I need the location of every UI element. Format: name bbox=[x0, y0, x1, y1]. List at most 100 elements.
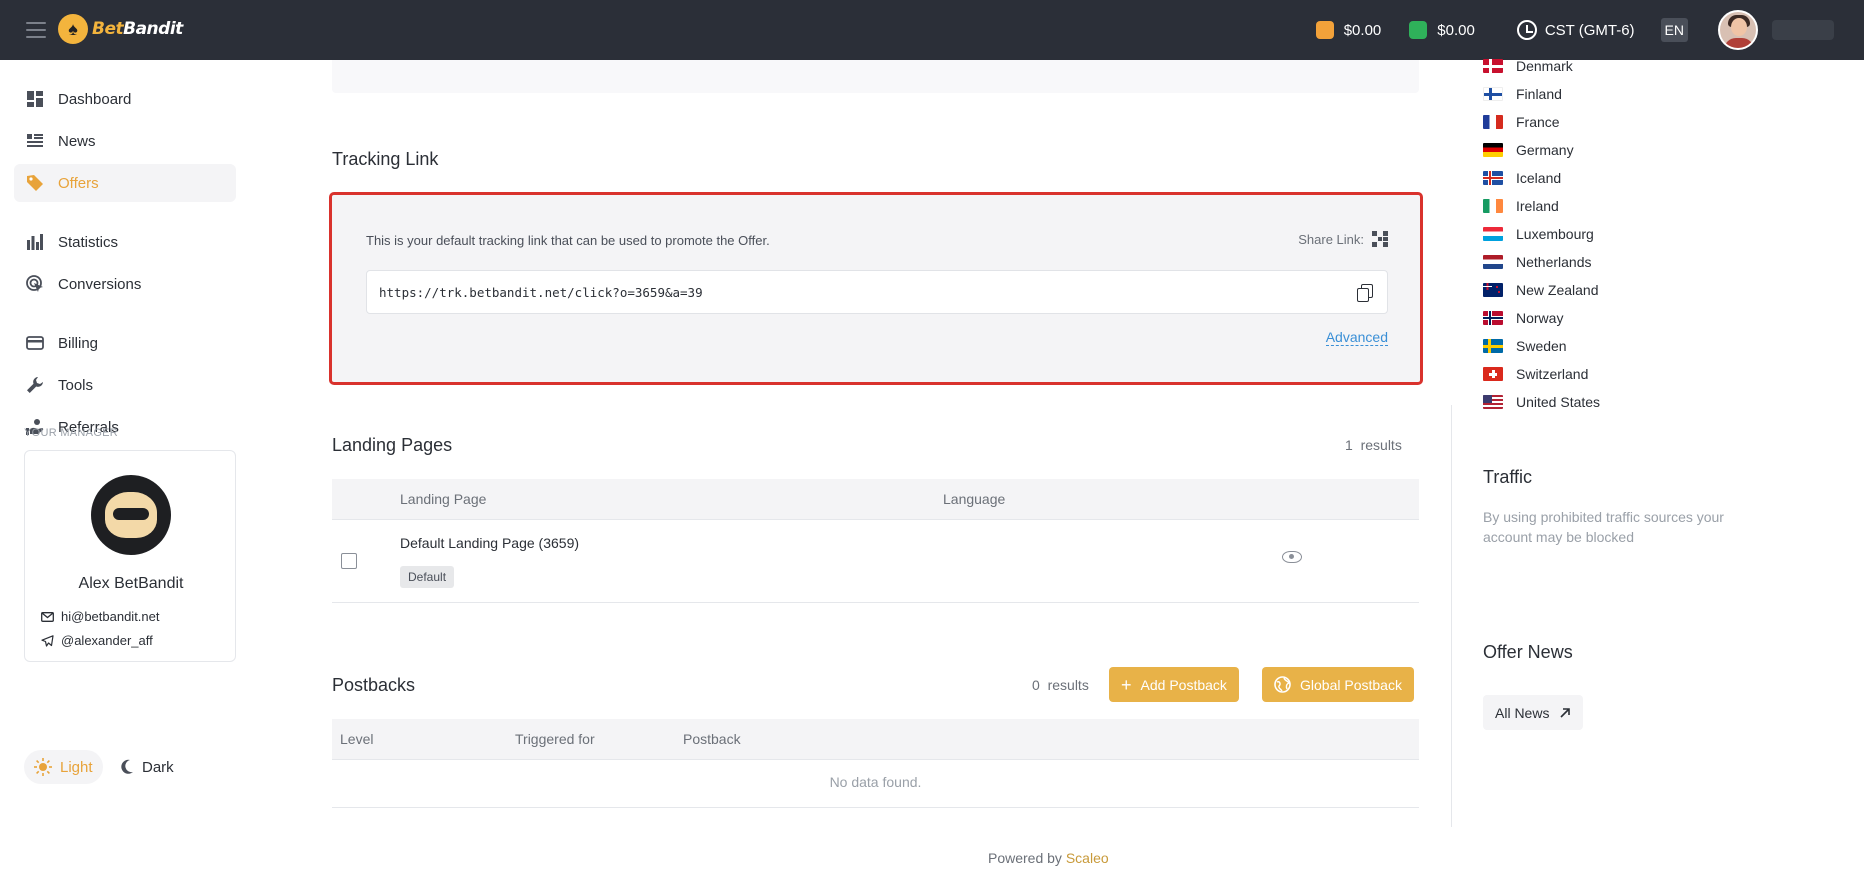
tracking-link-description: This is your default tracking link that … bbox=[366, 233, 770, 248]
country-item: Luxembourg bbox=[1483, 224, 1594, 244]
landing-pages-results: 1 results bbox=[1345, 437, 1402, 453]
copy-icon[interactable] bbox=[1357, 284, 1373, 302]
flag-luxembourg-icon bbox=[1483, 227, 1503, 241]
divider bbox=[332, 519, 1419, 520]
theme-light-button[interactable]: Light bbox=[24, 750, 103, 784]
previous-section-panel bbox=[332, 60, 1419, 93]
news-icon bbox=[26, 132, 44, 150]
mail-icon bbox=[41, 611, 54, 622]
flag-united-states-icon bbox=[1483, 395, 1503, 409]
country-item: Sweden bbox=[1483, 336, 1567, 356]
tracking-link-input[interactable]: https://trk.betbandit.net/click?o=3659&a… bbox=[366, 270, 1388, 314]
manager-email[interactable]: hi@betbandit.net bbox=[41, 609, 160, 624]
sun-icon bbox=[34, 758, 52, 776]
theme-dark-button[interactable]: Dark bbox=[110, 750, 184, 784]
global-postback-button[interactable]: Global Postback bbox=[1262, 667, 1414, 702]
moon-icon bbox=[121, 759, 133, 774]
telegram-icon bbox=[41, 634, 54, 647]
advanced-link[interactable]: Advanced bbox=[1325, 329, 1388, 346]
menu-icon[interactable] bbox=[26, 22, 46, 38]
sidebar-item-billing[interactable]: Billing bbox=[14, 324, 236, 362]
top-bar: ♠ BetBandit $0.00 $0.00 CST (GMT-6) EN bbox=[0, 0, 1864, 60]
tag-icon bbox=[26, 174, 44, 192]
landing-page-name: Default Landing Page (3659) bbox=[400, 535, 580, 551]
wallet-balance-main[interactable]: $0.00 bbox=[1315, 21, 1381, 39]
flag-finland-icon bbox=[1483, 87, 1503, 101]
qr-code-icon[interactable] bbox=[1372, 231, 1388, 247]
column-level: Level bbox=[340, 731, 374, 747]
all-news-button[interactable]: All News bbox=[1483, 695, 1584, 730]
country-item: Iceland bbox=[1483, 168, 1561, 188]
user-name-redacted[interactable] bbox=[1772, 20, 1834, 40]
wallet-green-icon bbox=[1409, 21, 1428, 39]
country-item: New Zealand bbox=[1483, 280, 1599, 300]
column-triggered-for: Triggered for bbox=[515, 731, 595, 747]
manager-card: Alex BetBandit hi@betbandit.net @alexand… bbox=[24, 450, 236, 662]
postbacks-results: 0 results bbox=[1032, 677, 1089, 693]
right-column-divider bbox=[1451, 405, 1452, 827]
scaleo-link[interactable]: Scaleo bbox=[1066, 850, 1109, 866]
flag-sweden-icon bbox=[1483, 339, 1503, 353]
traffic-warning-text: By using prohibited traffic sources your… bbox=[1483, 509, 1724, 545]
sidebar-item-tools[interactable]: Tools bbox=[14, 366, 236, 404]
flag-iceland-icon bbox=[1483, 171, 1503, 185]
tracking-link-panel: This is your default tracking link that … bbox=[329, 192, 1423, 385]
brand-logo[interactable]: ♠ BetBandit bbox=[58, 14, 183, 44]
country-item: Finland bbox=[1483, 84, 1562, 104]
country-item: Ireland bbox=[1483, 196, 1559, 216]
dashboard-icon bbox=[26, 90, 44, 108]
manager-telegram[interactable]: @alexander_aff bbox=[41, 633, 153, 648]
country-item: United States bbox=[1483, 392, 1600, 412]
sidebar-item-statistics[interactable]: Statistics bbox=[14, 223, 236, 261]
default-badge: Default bbox=[400, 566, 455, 588]
language-selector[interactable]: EN bbox=[1660, 18, 1688, 42]
wallet-orange-icon bbox=[1315, 21, 1334, 39]
traffic-title: Traffic bbox=[1483, 467, 1533, 487]
sidebar-item-conversions[interactable]: Conversions bbox=[14, 265, 236, 303]
wallet-balance-secondary[interactable]: $0.00 bbox=[1409, 21, 1475, 39]
manager-avatar bbox=[91, 475, 171, 555]
flag-germany-icon bbox=[1483, 143, 1503, 157]
country-item: Denmark bbox=[1483, 56, 1573, 76]
country-item: Switzerland bbox=[1483, 364, 1588, 384]
tracking-link-title: Tracking Link bbox=[332, 149, 439, 169]
wrench-icon bbox=[26, 376, 44, 394]
country-item: Germany bbox=[1483, 140, 1574, 160]
flag-switzerland-icon bbox=[1483, 367, 1503, 381]
sidebar-item-news[interactable]: News bbox=[14, 122, 236, 160]
flag-ireland-icon bbox=[1483, 199, 1503, 213]
flag-norway-icon bbox=[1483, 311, 1503, 325]
bar-chart-icon bbox=[26, 233, 44, 251]
landing-pages-title: Landing Pages bbox=[332, 435, 453, 455]
flag-france-icon bbox=[1483, 115, 1503, 129]
user-avatar[interactable] bbox=[1718, 10, 1758, 50]
manager-name: Alex BetBandit bbox=[78, 575, 184, 592]
eye-icon[interactable] bbox=[1282, 551, 1302, 563]
share-link[interactable]: Share Link: bbox=[1298, 231, 1388, 247]
arrow-up-right-icon bbox=[1560, 707, 1571, 718]
landing-page-checkbox[interactable] bbox=[341, 553, 357, 569]
country-item: Netherlands bbox=[1483, 252, 1592, 272]
column-postback: Postback bbox=[683, 731, 741, 747]
flag-netherlands-icon bbox=[1483, 255, 1503, 269]
timezone-selector[interactable]: CST (GMT-6) bbox=[1516, 20, 1635, 40]
country-item: Norway bbox=[1483, 308, 1563, 328]
column-landing-page: Landing Page bbox=[400, 491, 487, 507]
manager-section-label: YOUR MANAGER bbox=[24, 427, 119, 439]
clock-icon bbox=[1516, 20, 1537, 40]
empty-state-text: No data found. bbox=[829, 774, 922, 790]
add-postback-button[interactable]: + Add Postback bbox=[1109, 667, 1239, 702]
divider bbox=[332, 602, 1419, 603]
column-language: Language bbox=[943, 491, 1006, 507]
country-item: France bbox=[1483, 112, 1560, 132]
offer-news-title: Offer News bbox=[1483, 642, 1573, 662]
sidebar-item-offers[interactable]: Offers bbox=[14, 164, 236, 202]
divider bbox=[332, 807, 1419, 808]
brand-name: BetBandit bbox=[92, 19, 183, 39]
postbacks-title: Postbacks bbox=[332, 675, 416, 695]
globe-icon bbox=[1274, 676, 1291, 693]
sidebar-item-dashboard[interactable]: Dashboard bbox=[14, 80, 236, 118]
landing-pages-table-header: Landing Page Language bbox=[332, 479, 1419, 519]
credit-card-icon bbox=[26, 334, 44, 352]
divider bbox=[332, 759, 1419, 760]
